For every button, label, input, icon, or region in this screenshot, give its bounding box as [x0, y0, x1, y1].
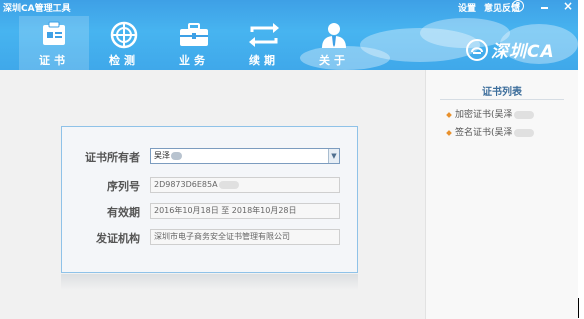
redacted-mark — [513, 128, 534, 137]
list-item-label: 签名证书(吴泽 — [455, 128, 513, 138]
certificate-list-panel: 证书列表 加密证书(吴泽 签名证书(吴泽 — [425, 70, 578, 319]
app-title: 深圳CA管理工具 — [3, 4, 71, 14]
serial-field: 2D9873D6E85A — [150, 177, 340, 193]
bullet-icon — [446, 129, 452, 136]
brand-mark-icon — [466, 38, 488, 61]
validity-field: 2016年10月18日 至 2018年10月28日 — [150, 203, 340, 219]
chevron-down-icon[interactable]: ▼ — [328, 149, 339, 163]
list-item-encryption-cert[interactable]: 加密证书(吴泽 — [446, 107, 534, 120]
tab-certificate-label: 证书 — [19, 52, 89, 68]
top-links: 设置 意见反馈 — [458, 1, 520, 14]
validity-label: 有效期 — [107, 206, 140, 219]
settings-link[interactable]: 设置 — [458, 1, 476, 14]
panel-shadow — [61, 274, 358, 290]
tab-renew[interactable]: 续期 — [229, 16, 299, 70]
list-item-signature-cert[interactable]: 签名证书(吴泽 — [446, 125, 534, 138]
renew-arrows-icon — [249, 23, 279, 47]
tab-detect[interactable]: 检测 — [89, 16, 159, 70]
tab-about[interactable]: 关于 — [299, 16, 369, 70]
issuer-label: 发证机构 — [96, 232, 140, 245]
about-user-icon — [322, 23, 346, 48]
close-icon[interactable]: × — [563, 0, 573, 12]
issuer-field: 深圳市电子商务安全证书管理有限公司 — [150, 229, 340, 245]
serial-value: 2D9873D6E85A — [154, 180, 218, 189]
tab-renew-label: 续期 — [249, 54, 279, 67]
serial-row: 序列号 2D9873D6E85A — [62, 177, 357, 195]
minimize-icon[interactable] — [541, 7, 548, 9]
header-band: 深圳CA管理工具 设置 意见反馈 ? × 证书 检测 业务 续期 关于 深圳CA — [0, 0, 578, 70]
tab-business[interactable]: 业务 — [159, 16, 229, 70]
issuer-row: 发证机构 深圳市电子商务安全证书管理有限公司 — [62, 229, 357, 247]
text-cursor — [578, 298, 579, 318]
certificate-detail-panel: 证书所有者 吴泽 ▼ 序列号 2D9873D6E85A 有效期 2016年10月… — [61, 126, 358, 273]
briefcase-icon — [180, 23, 208, 46]
detect-globe-icon — [110, 21, 138, 49]
redacted-mark — [171, 151, 182, 160]
tab-certificate[interactable]: 证书 — [19, 16, 89, 70]
redacted-mark — [218, 180, 239, 189]
redacted-mark — [513, 110, 534, 119]
list-item-label: 加密证书(吴泽 — [455, 110, 513, 120]
brand-logo: 深圳CA — [466, 37, 555, 62]
main-nav: 证书 检测 业务 续期 关于 — [19, 16, 369, 70]
owner-select[interactable]: 吴泽 ▼ — [150, 148, 340, 164]
help-icon[interactable]: ? — [512, 0, 524, 12]
app-window: 深圳CA管理工具 设置 意见反馈 ? × 证书 检测 业务 续期 关于 深圳CA… — [0, 0, 578, 319]
divider — [440, 99, 564, 100]
bullet-icon — [446, 111, 452, 118]
certificate-list-title: 证书列表 — [482, 87, 522, 98]
tab-about-label: 关于 — [319, 54, 349, 67]
tab-detect-label: 检测 — [109, 54, 139, 67]
brand-text: 深圳CA — [491, 42, 555, 62]
tab-business-label: 业务 — [179, 54, 209, 67]
owner-row: 证书所有者 吴泽 ▼ — [62, 148, 357, 166]
serial-label: 序列号 — [107, 180, 140, 193]
certificate-icon — [43, 21, 65, 45]
validity-row: 有效期 2016年10月18日 至 2018年10月28日 — [62, 203, 357, 221]
owner-label: 证书所有者 — [85, 151, 140, 164]
owner-value: 吴泽 — [154, 151, 170, 160]
